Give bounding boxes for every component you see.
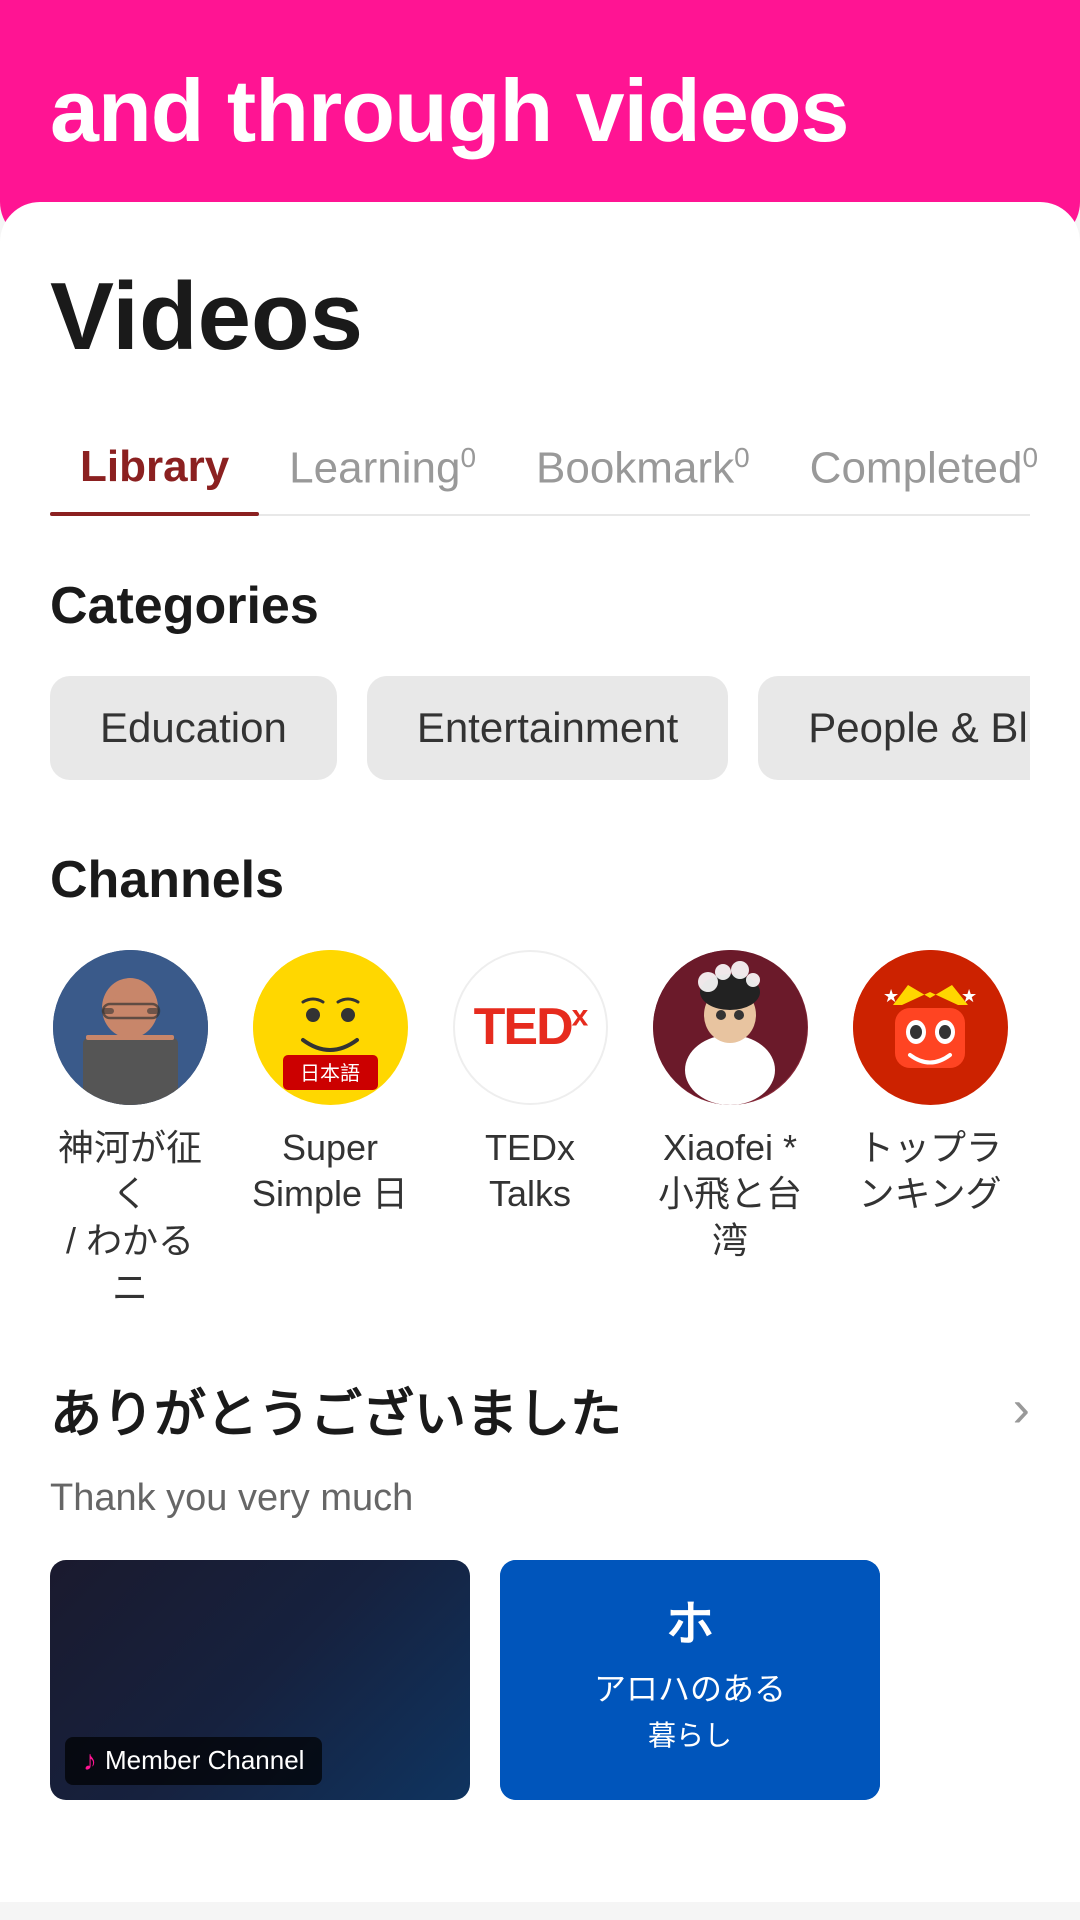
page-title: Videos [50,262,1030,372]
svg-text:アロハのある: アロハのある [594,1671,786,1707]
channel-name-5: トップランキング [858,1125,1002,1219]
channels-row: 神河が征く/ わかるニ 日本語 [50,950,1030,1312]
channel-item-3[interactable]: TEDx TEDxTalks [450,950,610,1312]
channel-avatar-3: TEDx [453,950,608,1105]
svg-text:日本語: 日本語 [300,1062,360,1085]
tab-completed[interactable]: Completed0 [780,422,1068,514]
svg-text:★: ★ [961,986,977,1006]
categories-section: Categories Education Entertainment Peopl… [50,576,1030,780]
channel-name-4: Xiaofei *小飛と台湾 [650,1125,810,1265]
member-badge: ♪ Member Channel [65,1737,322,1785]
channels-title: Channels [50,850,1030,910]
channel-item-1[interactable]: 神河が征く/ わかるニ [50,950,210,1312]
svg-text:ホ: ホ [666,1598,714,1651]
member-badge-label: Member Channel [105,1745,304,1776]
categories-row: Education Entertainment People & Bl... [50,676,1030,780]
channel-avatar-5: ★ ★ [853,950,1008,1105]
svg-text:暮らし: 暮らし [648,1720,732,1751]
category-people-blogs[interactable]: People & Bl... [758,676,1030,780]
member-badge-icon: ♪ [83,1745,97,1777]
channel-name-1: 神河が征く/ わかるニ [50,1125,210,1312]
banner-text: and through videos [50,60,1030,162]
featured-header: ありがとうございました › [50,1372,1030,1447]
channel-item-2[interactable]: 日本語 SuperSimple 日 [250,950,410,1312]
category-education[interactable]: Education [50,676,337,780]
tab-learning[interactable]: Learning0 [259,422,506,514]
featured-section: ありがとうございました › Thank you very much ♪ Memb… [50,1372,1030,1800]
video-thumb-1[interactable]: ♪ Member Channel [50,1560,470,1800]
channel-name-2: SuperSimple 日 [252,1125,408,1219]
categories-title: Categories [50,576,1030,636]
video-thumb-2[interactable]: ホ アロハのある 暮らし [500,1560,880,1800]
tab-library[interactable]: Library [50,422,259,514]
channel-avatar-2: 日本語 [253,950,408,1105]
main-content: Videos Library Learning0 Bookmark0 Compl… [0,202,1080,1902]
video-preview-row: ♪ Member Channel ホ アロハのある 暮らし [50,1560,1030,1800]
channel-name-3: TEDxTalks [485,1125,575,1219]
japanese-title: ありがとうございました [50,1372,622,1447]
channels-section: Channels 神河が征く/ わかるニ [50,850,1030,1312]
tabs-container: Library Learning0 Bookmark0 Completed0 [50,422,1030,516]
channel-item-5[interactable]: ★ ★ トップランキング [850,950,1010,1312]
tedx-logo: TEDx [474,997,587,1057]
svg-text:★: ★ [883,986,899,1006]
tab-bookmark[interactable]: Bookmark0 [506,422,780,514]
channel-item-4[interactable]: Xiaofei *小飛と台湾 [650,950,810,1312]
channel-avatar-4 [653,950,808,1105]
channel-avatar-1 [53,950,208,1105]
english-subtitle: Thank you very much [50,1477,1030,1520]
category-entertainment[interactable]: Entertainment [367,676,728,780]
chevron-right-icon[interactable]: › [1013,1379,1030,1439]
